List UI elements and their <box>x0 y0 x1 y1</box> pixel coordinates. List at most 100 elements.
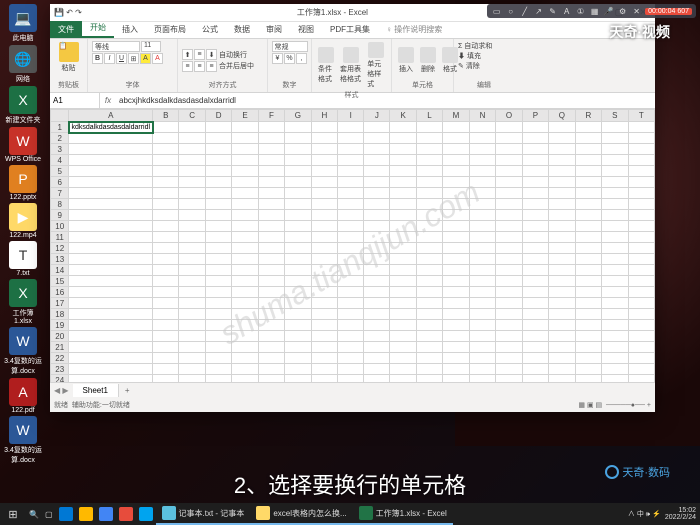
cell[interactable] <box>416 320 442 331</box>
cell[interactable] <box>69 342 153 353</box>
cell[interactable] <box>390 133 416 144</box>
cell[interactable] <box>258 155 284 166</box>
cell[interactable] <box>179 144 205 155</box>
col-header[interactable]: Q <box>549 110 576 122</box>
rect-icon[interactable]: ▭ <box>491 7 502 16</box>
cell[interactable] <box>364 353 390 364</box>
cell[interactable] <box>416 232 442 243</box>
cell[interactable] <box>496 221 523 232</box>
cell[interactable] <box>549 199 576 210</box>
cell[interactable] <box>575 166 601 177</box>
cell[interactable] <box>364 364 390 375</box>
cell[interactable] <box>522 133 548 144</box>
col-header[interactable]: H <box>311 110 337 122</box>
row-header[interactable]: 7 <box>51 188 69 199</box>
cell[interactable] <box>205 199 231 210</box>
cell[interactable] <box>153 298 179 309</box>
cell[interactable] <box>285 276 312 287</box>
cell-style-button[interactable]: 单元格样式 <box>365 41 387 90</box>
cell[interactable] <box>416 287 442 298</box>
cell[interactable] <box>522 243 548 254</box>
tab-layout[interactable]: 页面布局 <box>146 21 194 38</box>
delete-cells-button[interactable]: 删除 <box>418 46 438 75</box>
settings-icon[interactable]: ⚙ <box>617 7 628 16</box>
cell[interactable] <box>69 177 153 188</box>
cell[interactable] <box>469 265 495 276</box>
cell[interactable] <box>285 342 312 353</box>
cell[interactable] <box>69 254 153 265</box>
cell[interactable] <box>496 133 523 144</box>
cell[interactable] <box>496 232 523 243</box>
cell[interactable] <box>496 309 523 320</box>
cell[interactable] <box>258 177 284 188</box>
blur-icon[interactable]: ▦ <box>589 7 600 16</box>
cell[interactable] <box>443 287 470 298</box>
cell[interactable] <box>522 210 548 221</box>
cell[interactable] <box>338 342 364 353</box>
cell[interactable] <box>285 188 312 199</box>
desktop-icon[interactable]: P122.pptx <box>4 165 42 201</box>
desktop-icon[interactable]: WWPS Office <box>4 127 42 163</box>
cell[interactable] <box>153 166 179 177</box>
cell[interactable] <box>285 232 312 243</box>
cell[interactable] <box>69 364 153 375</box>
cell[interactable] <box>549 331 576 342</box>
cell[interactable] <box>496 375 523 383</box>
cell[interactable] <box>628 298 654 309</box>
cell[interactable] <box>390 265 416 276</box>
cell[interactable] <box>496 243 523 254</box>
cell[interactable] <box>416 353 442 364</box>
desktop-icon[interactable]: X工作簿1.xlsx <box>4 279 42 325</box>
cell[interactable] <box>469 342 495 353</box>
cell[interactable] <box>258 276 284 287</box>
col-header[interactable]: P <box>522 110 548 122</box>
cell[interactable] <box>69 265 153 276</box>
pinned-app[interactable] <box>76 503 96 525</box>
cell[interactable] <box>390 298 416 309</box>
pinned-app[interactable] <box>136 503 156 525</box>
cell[interactable] <box>364 133 390 144</box>
cell[interactable] <box>549 243 576 254</box>
cell[interactable] <box>628 364 654 375</box>
italic-button[interactable]: I <box>104 53 115 64</box>
underline-button[interactable]: U <box>116 53 127 64</box>
cell[interactable] <box>628 155 654 166</box>
cell[interactable] <box>575 177 601 188</box>
cell[interactable] <box>232 287 258 298</box>
cell[interactable] <box>311 243 337 254</box>
cell[interactable] <box>602 166 628 177</box>
cell[interactable] <box>285 122 312 133</box>
cell[interactable] <box>153 364 179 375</box>
cell[interactable]: kdksdalkdasdasdaldarridl <box>69 122 153 133</box>
circle-icon[interactable]: ○ <box>505 7 516 16</box>
cell[interactable] <box>285 144 312 155</box>
cell[interactable] <box>338 188 364 199</box>
cell[interactable] <box>469 155 495 166</box>
cell[interactable] <box>575 298 601 309</box>
cell[interactable] <box>69 210 153 221</box>
cell[interactable] <box>469 166 495 177</box>
cell[interactable] <box>232 188 258 199</box>
start-button[interactable]: ⊞ <box>0 503 26 525</box>
cell[interactable] <box>69 133 153 144</box>
cell[interactable] <box>443 232 470 243</box>
cell[interactable] <box>416 166 442 177</box>
cell[interactable] <box>522 122 548 133</box>
cell[interactable] <box>390 342 416 353</box>
tab-data[interactable]: 数据 <box>226 21 258 38</box>
cell[interactable] <box>575 254 601 265</box>
cell[interactable] <box>338 298 364 309</box>
cell[interactable] <box>416 133 442 144</box>
cell[interactable] <box>338 210 364 221</box>
row-header[interactable]: 4 <box>51 155 69 166</box>
taskbar-app[interactable]: 工作簿1.xlsx - Excel <box>353 503 453 525</box>
cell[interactable] <box>205 177 231 188</box>
cell[interactable] <box>311 265 337 276</box>
cell[interactable] <box>232 210 258 221</box>
cell[interactable] <box>153 210 179 221</box>
text-icon[interactable]: A <box>561 7 572 16</box>
cell[interactable] <box>311 133 337 144</box>
cell[interactable] <box>205 155 231 166</box>
cell[interactable] <box>258 122 284 133</box>
row-header[interactable]: 14 <box>51 265 69 276</box>
